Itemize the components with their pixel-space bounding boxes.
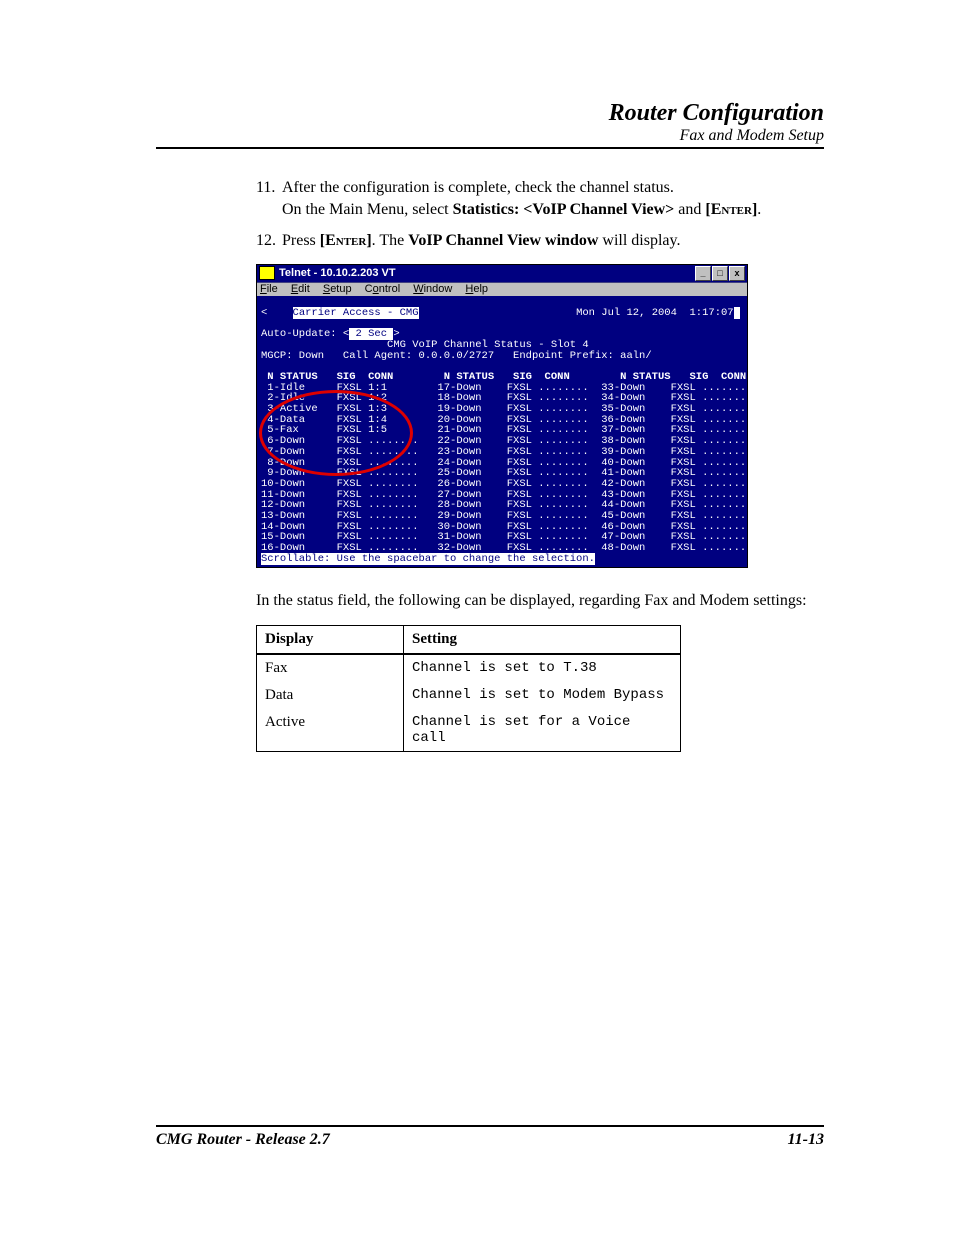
- table-row: Fax Channel is set to T.38: [257, 654, 681, 682]
- step-text: Press [Enter]. The VoIP Channel View win…: [282, 230, 824, 252]
- close-button[interactable]: x: [729, 266, 745, 281]
- telnet-screenshot: Telnet - 10.10.2.203 VT _ □ x File Edit …: [256, 264, 748, 568]
- steps-list: 11. After the configuration is complete,…: [256, 177, 824, 252]
- step-number: 11.: [256, 177, 282, 220]
- status-paragraph: In the status field, the following can b…: [256, 590, 824, 612]
- menu-help[interactable]: Help: [465, 283, 488, 295]
- window-icon: [259, 266, 275, 280]
- term-top-line: < Carrier Access - CMG Mon Jul 12, 2004 …: [261, 307, 759, 319]
- table-row: Active Channel is set for a Voice call: [257, 709, 681, 752]
- page-footer: CMG Router - Release 2.7 11-13: [156, 1125, 824, 1149]
- terminal-body: < Carrier Access - CMG Mon Jul 12, 2004 …: [257, 296, 747, 567]
- menu-setup[interactable]: Setup: [323, 283, 352, 295]
- page-header: Router Configuration Fax and Modem Setup: [156, 100, 824, 149]
- footer-left: CMG Router - Release 2.7: [156, 1131, 330, 1149]
- maximize-button[interactable]: □: [712, 266, 728, 281]
- menu-edit[interactable]: Edit: [291, 283, 310, 295]
- window-menubar: File Edit Setup Control Window Help: [257, 283, 747, 296]
- table-header-setting: Setting: [404, 626, 681, 655]
- table-header-display: Display: [257, 626, 404, 655]
- term-mgcp-line: MGCP: Down Call Agent: 0.0.0.0/2727 Endp…: [261, 350, 652, 362]
- window-titlebar: Telnet - 10.10.2.203 VT _ □ x: [257, 265, 747, 283]
- step-text: After the configuration is complete, che…: [282, 177, 824, 220]
- minimize-button[interactable]: _: [695, 266, 711, 281]
- status-table: Display Setting Fax Channel is set to T.…: [256, 625, 681, 752]
- page-title: Router Configuration: [156, 100, 824, 127]
- table-row: Data Channel is set to Modem Bypass: [257, 682, 681, 709]
- footer-right: 11-13: [788, 1131, 824, 1149]
- term-footer: Scrollable: Use the spacebar to change t…: [261, 553, 595, 565]
- page-subtitle: Fax and Modem Setup: [156, 127, 824, 145]
- menu-window[interactable]: Window: [413, 283, 452, 295]
- menu-file[interactable]: File: [260, 283, 278, 295]
- step-number: 12.: [256, 230, 282, 252]
- window-title: Telnet - 10.10.2.203 VT: [279, 268, 396, 279]
- menu-control[interactable]: Control: [365, 283, 400, 295]
